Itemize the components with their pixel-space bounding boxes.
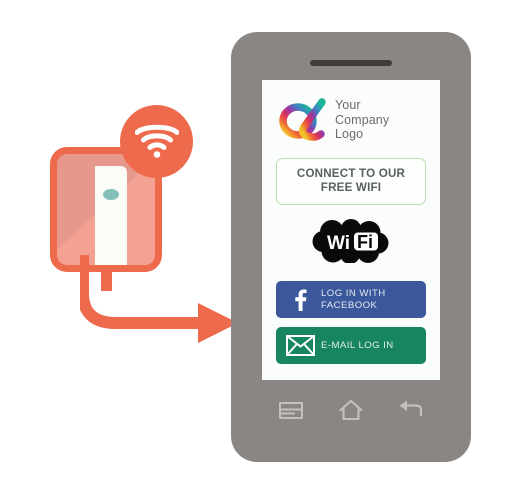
logo-text-line-2: Company — [335, 112, 390, 127]
company-logo-text: Your Company Logo — [335, 98, 389, 142]
facebook-login-label: LOG IN WITH FACEBOOK — [317, 288, 386, 311]
back-icon[interactable] — [394, 395, 428, 425]
company-logo-block: Your Company Logo — [262, 80, 440, 144]
envelope-icon — [283, 335, 317, 356]
phone-earpiece-speaker — [310, 60, 392, 66]
email-login-button[interactable]: E-MAIL LOG IN — [276, 327, 426, 364]
phone-navigation-bar — [231, 380, 471, 462]
wifi-signal-icon — [135, 124, 179, 158]
illustration-canvas: Your Company Logo CONNECT TO OUR FREE WI… — [0, 0, 522, 500]
wifi-certified-logo: Wi Fi — [312, 219, 389, 263]
router-status-led — [103, 189, 119, 200]
connect-cta-line-1: CONNECT TO OUR — [296, 167, 406, 180]
company-logo-mark — [279, 98, 326, 141]
facebook-f-icon — [283, 288, 317, 311]
connect-cta-line-2: FREE WIFI — [320, 181, 382, 194]
facebook-label-line-2: FACEBOOK — [321, 299, 378, 311]
facebook-login-button[interactable]: LOG IN WITH FACEBOOK — [276, 281, 426, 318]
facebook-label-line-1: LOG IN WITH — [321, 288, 386, 299]
email-login-label: E-MAIL LOG IN — [321, 339, 394, 351]
flow-arrow — [80, 255, 238, 343]
logo-text-line-1: Your — [335, 98, 361, 113]
smartphone-mockup: Your Company Logo CONNECT TO OUR FREE WI… — [231, 32, 471, 462]
wifi-signal-badge — [120, 105, 193, 178]
home-icon[interactable] — [334, 395, 368, 425]
login-options: LOG IN WITH FACEBOOK E-MAIL LOG IN — [276, 281, 426, 364]
recent-apps-icon[interactable] — [274, 395, 308, 425]
connect-free-wifi-button[interactable]: CONNECT TO OUR FREE WIFI — [276, 158, 426, 205]
wifi-certified-logo-wrap: Wi Fi — [262, 219, 440, 263]
logo-text-line-3: Logo — [335, 127, 364, 142]
router-antenna-unit — [95, 166, 127, 265]
wifi-logo-text-fi: Fi — [357, 232, 373, 252]
phone-screen: Your Company Logo CONNECT TO OUR FREE WI… — [262, 80, 440, 380]
wifi-logo-text-wi: Wi — [327, 233, 350, 254]
